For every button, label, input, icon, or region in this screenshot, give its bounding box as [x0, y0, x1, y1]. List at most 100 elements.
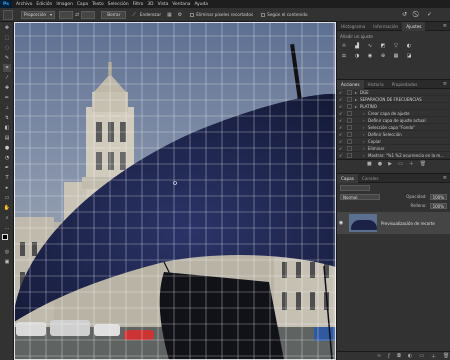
stop-icon[interactable]: ■ [367, 161, 372, 167]
check-icon[interactable]: ✓ [339, 153, 344, 158]
exposure-icon[interactable]: ◩ [379, 42, 387, 50]
straighten-icon[interactable]: ⟋ [132, 12, 136, 18]
panel-menu-icon[interactable]: ≡ [443, 23, 447, 29]
eyedropper-tool-icon[interactable]: ⁄ [3, 74, 11, 82]
opacity-field[interactable]: 100% [429, 193, 447, 200]
play-icon[interactable]: ▶ [388, 161, 392, 167]
invert-icon[interactable]: ◪ [405, 52, 413, 60]
foreground-color-swatch[interactable] [2, 234, 8, 240]
color-balance-icon[interactable]: ⚖ [340, 52, 348, 60]
action-item[interactable]: ✓ › Definir Selección [337, 131, 450, 138]
new-action-icon[interactable]: ＋ [409, 160, 414, 167]
panel-menu-icon[interactable]: ≡ [443, 81, 447, 87]
action-item[interactable]: ✓ › Selección capa "Fondo" [337, 124, 450, 131]
panel-menu-icon[interactable]: ≡ [443, 175, 447, 181]
dialog-toggle-box[interactable] [347, 110, 352, 116]
tab-properties[interactable]: Propiedades [388, 80, 422, 89]
folder-icon[interactable]: ▭ [398, 161, 403, 167]
brush-tool-icon[interactable]: ✏ [3, 94, 11, 102]
eye-icon[interactable]: ◉ [337, 220, 345, 226]
type-tool-icon[interactable]: T [3, 174, 11, 182]
levels-icon[interactable]: ▟ [353, 42, 361, 50]
action-item[interactable]: ✓ › Definir capa de ajuste actual [337, 117, 450, 124]
gear-icon[interactable]: ⚙ [178, 12, 182, 18]
content-aware-checkbox[interactable] [261, 12, 266, 17]
menu-archivo[interactable]: Archivo [16, 2, 32, 7]
action-item[interactable]: ✓ ▸ SEPARACION DE FRECUENCIAS [337, 96, 450, 103]
color-lookup-icon[interactable]: ▦ [392, 52, 400, 60]
layer-filter-select[interactable] [340, 184, 370, 191]
zoom-tool-icon[interactable]: ⌕ [3, 214, 11, 222]
commit-check-icon[interactable]: ✓ [427, 11, 432, 19]
dialog-toggle-box[interactable] [347, 131, 352, 137]
dialog-toggle-box[interactable] [347, 138, 352, 144]
hue-saturation-icon[interactable]: ◐ [405, 42, 413, 50]
check-icon[interactable]: ✓ [339, 125, 344, 130]
check-icon[interactable]: ✓ [339, 139, 344, 144]
clear-button[interactable]: Borrar [101, 10, 127, 19]
color-swatches[interactable] [0, 234, 13, 246]
record-icon[interactable]: ● [378, 161, 382, 167]
trash-icon[interactable]: 🗑 [443, 353, 449, 359]
quick-select-tool-icon[interactable]: ✎ [3, 54, 11, 62]
document-canvas[interactable] [14, 22, 336, 360]
gradient-tool-icon[interactable]: ▤ [3, 134, 11, 142]
new-layer-icon[interactable]: ＋ [431, 353, 436, 360]
trash-icon[interactable]: 🗑 [420, 161, 426, 167]
tab-actions[interactable]: Acciones [337, 79, 364, 89]
vibrance-icon[interactable]: ▽ [392, 42, 400, 50]
crop-tool-preset-icon[interactable] [3, 9, 13, 20]
check-icon[interactable]: ✓ [339, 104, 344, 109]
clone-stamp-tool-icon[interactable]: ⊥ [3, 104, 11, 112]
dialog-toggle-box[interactable] [347, 89, 352, 95]
tab-layers[interactable]: Capas [337, 173, 358, 183]
move-tool-icon[interactable]: ✥ [3, 24, 11, 32]
menu-3d[interactable]: 3D [147, 2, 153, 7]
eraser-tool-icon[interactable]: ◧ [3, 124, 11, 132]
crop-tool-icon[interactable]: ⌗ [3, 64, 11, 72]
shape-tool-icon[interactable]: ▭ [3, 194, 11, 202]
dialog-toggle-box[interactable] [347, 145, 352, 151]
blend-mode-select[interactable]: Normal [340, 193, 380, 200]
fx-icon[interactable]: ƒ [388, 353, 390, 359]
menu-seleccion[interactable]: Selección [108, 2, 129, 7]
photo-filter-icon[interactable]: ◉ [366, 52, 374, 60]
marquee-tool-icon[interactable]: ⬚ [3, 34, 11, 42]
dodge-tool-icon[interactable]: ◔ [3, 154, 11, 162]
folder-icon[interactable]: ▭ [419, 353, 424, 359]
action-item[interactable]: ✓ › Crear capa de ajuste [337, 110, 450, 117]
black-white-icon[interactable]: ◑ [353, 52, 361, 60]
history-brush-tool-icon[interactable]: ↯ [3, 114, 11, 122]
channel-mixer-icon[interactable]: ⊕ [379, 52, 387, 60]
action-item[interactable]: ✓ ▸ DGE [337, 89, 450, 96]
fill-field[interactable]: 100% [429, 202, 447, 209]
dialog-toggle-box[interactable] [347, 124, 352, 130]
check-icon[interactable]: ✓ [339, 111, 344, 116]
tab-histogram[interactable]: Histograma [337, 22, 369, 31]
ratio-select[interactable]: Proporción ▾ [21, 10, 55, 19]
swap-icon[interactable]: ⇄ [75, 12, 79, 18]
lasso-tool-icon[interactable]: ◌ [3, 44, 11, 52]
dialog-toggle-box[interactable] [347, 96, 352, 102]
menu-edicion[interactable]: Edición [36, 2, 52, 7]
menu-imagen[interactable]: Imagen [56, 2, 73, 7]
hand-tool-icon[interactable]: ✋ [3, 204, 11, 212]
screen-mode-icon[interactable]: ▣ [3, 258, 11, 266]
tab-history[interactable]: Historia [364, 80, 388, 89]
action-item[interactable]: ✓ › Mostrar: "%1 %2 ocurrencia en la m... [337, 152, 450, 159]
dialog-toggle-box[interactable] [347, 103, 352, 109]
overlay-grid-icon[interactable]: ▦ [167, 12, 172, 18]
dialog-toggle-box[interactable] [347, 117, 352, 123]
menu-vista[interactable]: Vista [158, 2, 169, 7]
straighten-label[interactable]: Enderezar [140, 12, 161, 17]
blur-tool-icon[interactable]: ● [3, 144, 11, 152]
menu-texto[interactable]: Texto [92, 2, 104, 7]
layer-row[interactable]: ◉ Previsualización de recorte [337, 212, 450, 234]
quick-mask-icon[interactable]: ◎ [3, 248, 11, 256]
check-icon[interactable]: ✓ [339, 146, 344, 151]
menu-ventana[interactable]: Ventana [172, 2, 190, 7]
delete-cropped-checkbox[interactable] [190, 12, 195, 17]
check-icon[interactable]: ✓ [339, 90, 344, 95]
tab-channels[interactable]: Canales [358, 174, 383, 183]
menu-filtro[interactable]: Filtro [133, 2, 144, 7]
